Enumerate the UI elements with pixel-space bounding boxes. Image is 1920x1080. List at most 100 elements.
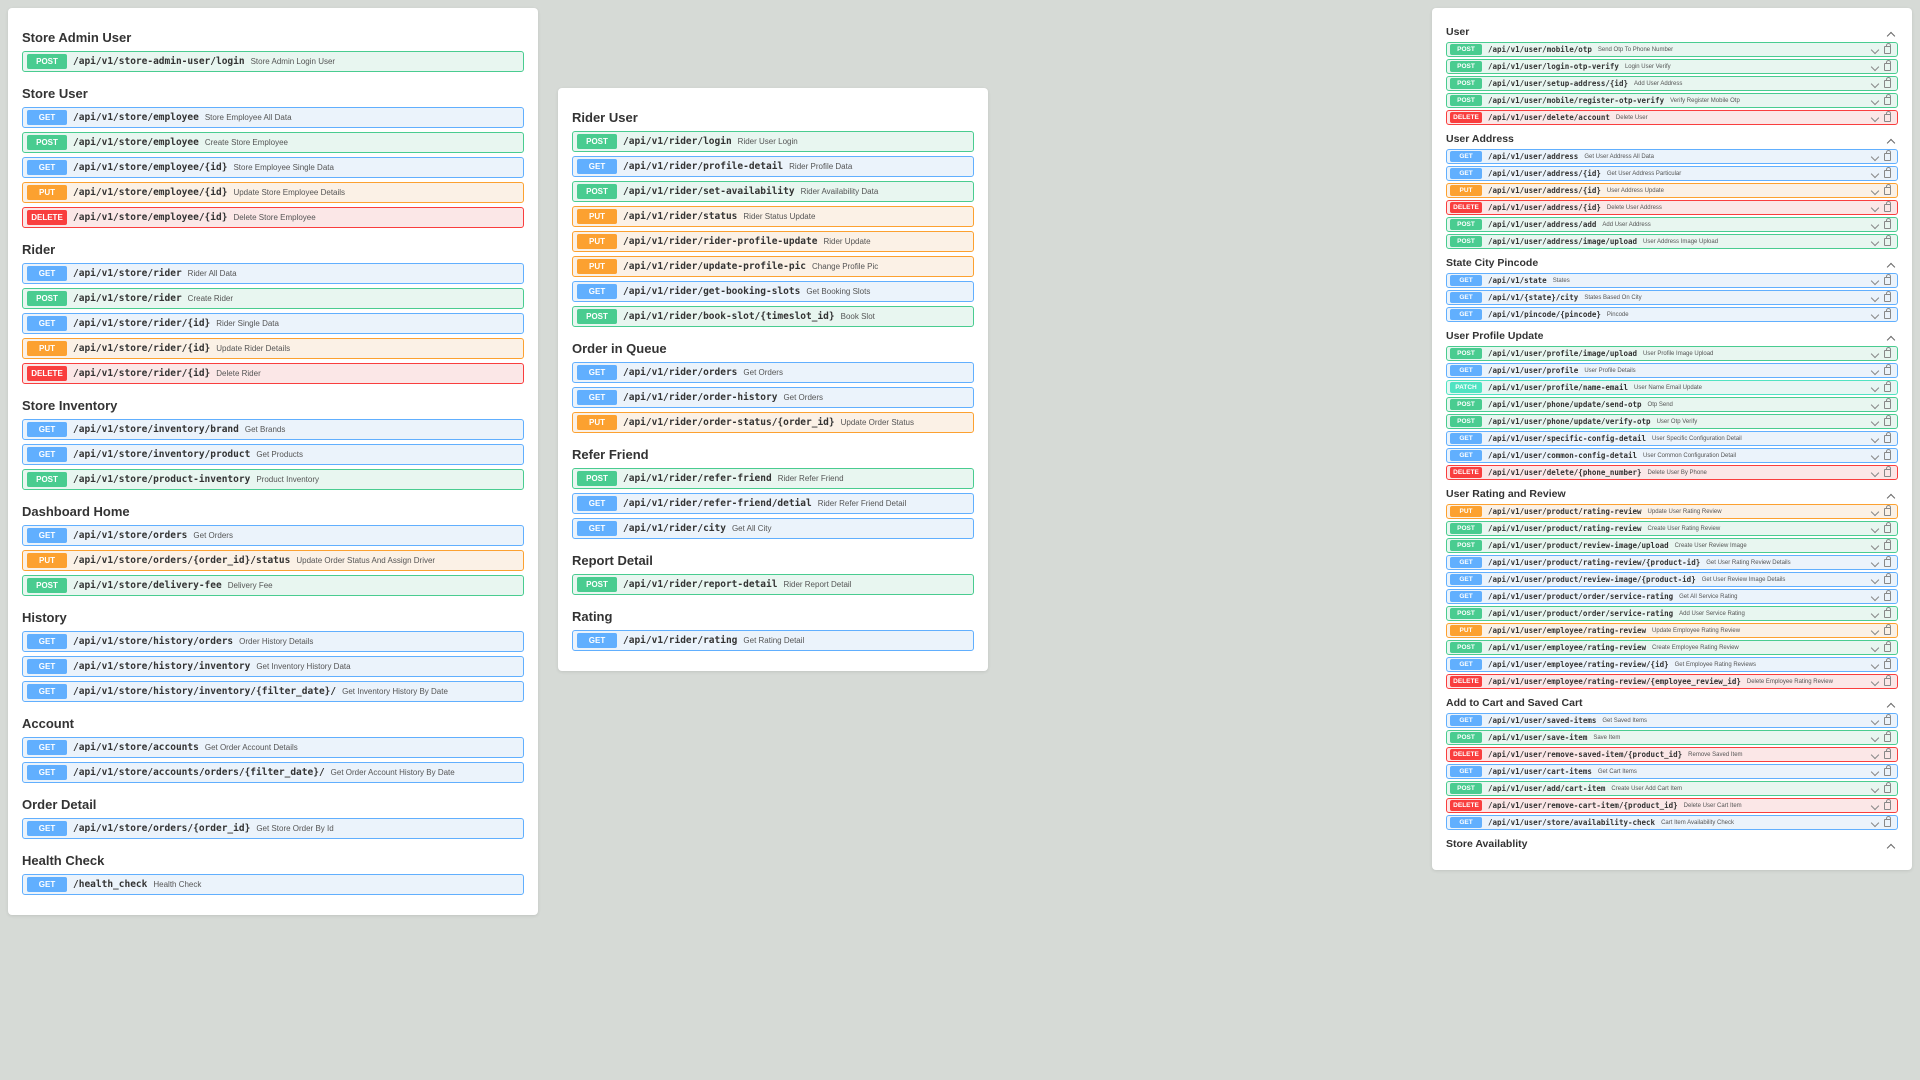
chevron-down-icon[interactable] <box>1871 733 1879 741</box>
lock-icon[interactable] <box>1884 114 1891 122</box>
section-header[interactable]: Rider User <box>572 100 974 131</box>
endpoint-row[interactable]: POST/api/v1/store/product-inventoryProdu… <box>22 469 524 490</box>
endpoint-row[interactable]: GET/api/v1/store/history/inventory/{filt… <box>22 681 524 702</box>
endpoint-row[interactable]: PUT/api/v1/user/address/{id}User Address… <box>1446 183 1898 198</box>
endpoint-row[interactable]: GET/api/v1/store/rider/{id}Rider Single … <box>22 313 524 334</box>
endpoint-row[interactable]: GET/api/v1/store/accountsGet Order Accou… <box>22 737 524 758</box>
chevron-up-icon[interactable] <box>1888 257 1898 267</box>
lock-icon[interactable] <box>1884 401 1891 409</box>
chevron-down-icon[interactable] <box>1871 575 1879 583</box>
lock-icon[interactable] <box>1884 644 1891 652</box>
chevron-up-icon[interactable] <box>1888 838 1898 848</box>
lock-icon[interactable] <box>1884 734 1891 742</box>
section-header[interactable]: History <box>22 600 524 631</box>
lock-icon[interactable] <box>1884 678 1891 686</box>
chevron-down-icon[interactable] <box>1871 79 1879 87</box>
lock-icon[interactable] <box>1884 46 1891 54</box>
chevron-up-icon[interactable] <box>1888 26 1898 36</box>
chevron-down-icon[interactable] <box>1871 801 1879 809</box>
chevron-down-icon[interactable] <box>1871 96 1879 104</box>
endpoint-row[interactable]: GET/api/v1/user/specific-config-detailUs… <box>1446 431 1898 446</box>
chevron-down-icon[interactable] <box>1871 293 1879 301</box>
lock-icon[interactable] <box>1884 559 1891 567</box>
lock-icon[interactable] <box>1884 768 1891 776</box>
chevron-down-icon[interactable] <box>1871 186 1879 194</box>
endpoint-row[interactable]: PUT/api/v1/rider/order-status/{order_id}… <box>572 412 974 433</box>
endpoint-row[interactable]: GET/api/v1/user/employee/rating-review/{… <box>1446 657 1898 672</box>
chevron-down-icon[interactable] <box>1871 349 1879 357</box>
endpoint-row[interactable]: POST/api/v1/user/employee/rating-reviewC… <box>1446 640 1898 655</box>
chevron-down-icon[interactable] <box>1871 169 1879 177</box>
lock-icon[interactable] <box>1884 610 1891 618</box>
chevron-down-icon[interactable] <box>1871 767 1879 775</box>
section-header[interactable]: Store Admin User <box>22 20 524 51</box>
endpoint-row[interactable]: GET/api/v1/{state}/cityStates Based On C… <box>1446 290 1898 305</box>
endpoint-row[interactable]: DELETE/api/v1/user/delete/accountDelete … <box>1446 110 1898 125</box>
section-header[interactable]: Rider <box>22 232 524 263</box>
endpoint-row[interactable]: GET/health_checkHealth Check <box>22 874 524 895</box>
chevron-up-icon[interactable] <box>1888 697 1898 707</box>
endpoint-row[interactable]: GET/api/v1/user/address/{id}Get User Add… <box>1446 166 1898 181</box>
section-header[interactable]: User <box>1446 20 1898 42</box>
endpoint-row[interactable]: GET/api/v1/user/product/review-image/{pr… <box>1446 572 1898 587</box>
chevron-down-icon[interactable] <box>1871 62 1879 70</box>
section-header[interactable]: User Address <box>1446 127 1898 149</box>
lock-icon[interactable] <box>1884 717 1891 725</box>
section-header[interactable]: Account <box>22 706 524 737</box>
chevron-up-icon[interactable] <box>1888 488 1898 498</box>
chevron-down-icon[interactable] <box>1871 45 1879 53</box>
chevron-down-icon[interactable] <box>1871 220 1879 228</box>
endpoint-row[interactable]: GET/api/v1/user/saved-itemsGet Saved Ite… <box>1446 713 1898 728</box>
endpoint-row[interactable]: GET/api/v1/user/cart-itemsGet Cart Items <box>1446 764 1898 779</box>
lock-icon[interactable] <box>1884 63 1891 71</box>
endpoint-row[interactable]: GET/api/v1/store/inventory/brandGet Bran… <box>22 419 524 440</box>
lock-icon[interactable] <box>1884 593 1891 601</box>
chevron-down-icon[interactable] <box>1871 113 1879 121</box>
lock-icon[interactable] <box>1884 311 1891 319</box>
lock-icon[interactable] <box>1884 418 1891 426</box>
chevron-down-icon[interactable] <box>1871 660 1879 668</box>
chevron-down-icon[interactable] <box>1871 677 1879 685</box>
endpoint-row[interactable]: PUT/api/v1/rider/update-profile-picChang… <box>572 256 974 277</box>
chevron-down-icon[interactable] <box>1871 541 1879 549</box>
endpoint-row[interactable]: POST/api/v1/user/add/cart-itemCreate Use… <box>1446 781 1898 796</box>
endpoint-row[interactable]: GET/api/v1/stateStates <box>1446 273 1898 288</box>
lock-icon[interactable] <box>1884 97 1891 105</box>
chevron-down-icon[interactable] <box>1871 507 1879 515</box>
endpoint-row[interactable]: GET/api/v1/store/orders/{order_id}Get St… <box>22 818 524 839</box>
section-header[interactable]: Report Detail <box>572 543 974 574</box>
section-header[interactable]: User Profile Update <box>1446 324 1898 346</box>
endpoint-row[interactable]: GET/api/v1/store/history/ordersOrder His… <box>22 631 524 652</box>
endpoint-row[interactable]: POST/api/v1/user/product/review-image/up… <box>1446 538 1898 553</box>
chevron-down-icon[interactable] <box>1871 400 1879 408</box>
endpoint-row[interactable]: POST/api/v1/user/product/rating-reviewCr… <box>1446 521 1898 536</box>
endpoint-row[interactable]: DELETE/api/v1/store/rider/{id}Delete Rid… <box>22 363 524 384</box>
lock-icon[interactable] <box>1884 627 1891 635</box>
endpoint-row[interactable]: POST/api/v1/store-admin-user/loginStore … <box>22 51 524 72</box>
section-header[interactable]: Store Availablity <box>1446 832 1898 854</box>
chevron-down-icon[interactable] <box>1871 203 1879 211</box>
lock-icon[interactable] <box>1884 661 1891 669</box>
lock-icon[interactable] <box>1884 187 1891 195</box>
lock-icon[interactable] <box>1884 80 1891 88</box>
endpoint-row[interactable]: GET/api/v1/rider/ordersGet Orders <box>572 362 974 383</box>
endpoint-row[interactable]: PUT/api/v1/store/orders/{order_id}/statu… <box>22 550 524 571</box>
endpoint-row[interactable]: GET/api/v1/store/ordersGet Orders <box>22 525 524 546</box>
chevron-down-icon[interactable] <box>1871 468 1879 476</box>
lock-icon[interactable] <box>1884 508 1891 516</box>
endpoint-row[interactable]: GET/api/v1/rider/order-historyGet Orders <box>572 387 974 408</box>
endpoint-row[interactable]: DELETE/api/v1/user/address/{id}Delete Us… <box>1446 200 1898 215</box>
chevron-down-icon[interactable] <box>1871 818 1879 826</box>
section-header[interactable]: State City Pincode <box>1446 251 1898 273</box>
chevron-down-icon[interactable] <box>1871 276 1879 284</box>
endpoint-row[interactable]: POST/api/v1/rider/book-slot/{timeslot_id… <box>572 306 974 327</box>
endpoint-row[interactable]: GET/api/v1/rider/cityGet All City <box>572 518 974 539</box>
endpoint-row[interactable]: POST/api/v1/user/address/image/uploadUse… <box>1446 234 1898 249</box>
lock-icon[interactable] <box>1884 350 1891 358</box>
endpoint-row[interactable]: PUT/api/v1/user/product/rating-reviewUpd… <box>1446 504 1898 519</box>
endpoint-row[interactable]: GET/api/v1/store/history/inventoryGet In… <box>22 656 524 677</box>
endpoint-row[interactable]: POST/api/v1/store/delivery-feeDelivery F… <box>22 575 524 596</box>
endpoint-row[interactable]: GET/api/v1/store/employee/{id}Store Empl… <box>22 157 524 178</box>
endpoint-row[interactable]: PUT/api/v1/user/employee/rating-reviewUp… <box>1446 623 1898 638</box>
lock-icon[interactable] <box>1884 221 1891 229</box>
